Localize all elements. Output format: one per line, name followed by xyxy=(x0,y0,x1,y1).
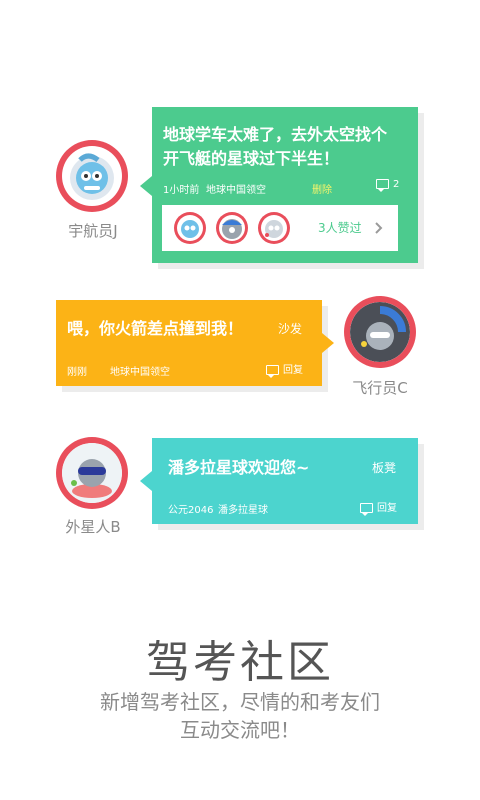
username[interactable]: 飞行员C xyxy=(330,377,430,398)
liker-avatar[interactable] xyxy=(258,212,290,244)
liker-avatar[interactable] xyxy=(216,212,248,244)
post-location: 地球中国领空 xyxy=(206,185,266,196)
comment-icon xyxy=(376,179,389,192)
post-location: 潘多拉星球 xyxy=(218,505,268,516)
post-time: 刚刚 xyxy=(67,367,87,378)
chevron-right-icon[interactable] xyxy=(375,222,383,234)
pilot-avatar-icon xyxy=(350,302,410,362)
floor-tag: 沙发 xyxy=(278,322,303,336)
avatar[interactable] xyxy=(56,140,128,212)
post-card[interactable]: 喂，你火箭差点撞到我！ 沙发 刚刚 地球中国领空 回复 xyxy=(56,300,322,386)
reply-button[interactable]: 回复 xyxy=(360,499,397,516)
post-card[interactable]: 地球学车太难了，去外太空找个 开飞艇的星球过下半生！ 1小时前 地球中国领空 删… xyxy=(152,107,418,263)
page-description: 新增驾考社区，尽情的和考友们 互动交流吧！ xyxy=(100,690,380,742)
comment-count[interactable]: 2 xyxy=(376,179,399,192)
astronaut-avatar-icon xyxy=(70,153,114,200)
reply-button[interactable]: 回复 xyxy=(266,361,303,378)
liker-avatar[interactable] xyxy=(174,212,206,244)
post-title: 潘多拉星球欢迎您~ xyxy=(168,458,310,477)
post-time: 1小时前 xyxy=(163,185,200,196)
comment-icon xyxy=(360,503,373,516)
likes-count: 3人赞过 xyxy=(318,221,362,235)
comment-icon xyxy=(266,365,279,378)
floor-tag: 板凳 xyxy=(372,461,397,475)
post-card[interactable]: 潘多拉星球欢迎您~ 板凳 公元2046 潘多拉星球 回复 xyxy=(152,438,418,524)
page-title: 驾考社区 xyxy=(146,637,334,688)
likes-panel[interactable]: 3人赞过 xyxy=(162,205,398,251)
alien-avatar-icon xyxy=(62,443,122,503)
post-time: 公元2046 xyxy=(168,505,214,516)
username[interactable]: 外星人B xyxy=(43,516,143,537)
post-location: 地球中国领空 xyxy=(110,367,170,378)
post-title: 喂，你火箭差点撞到我！ xyxy=(67,319,244,338)
delete-link[interactable]: 删除 xyxy=(312,181,332,196)
username[interactable]: 宇航员J xyxy=(43,220,143,241)
post-title: 地球学车太难了，去外太空找个 xyxy=(163,125,388,144)
avatar[interactable] xyxy=(56,437,128,509)
avatar[interactable] xyxy=(344,296,416,368)
post-title-line2: 开飞艇的星球过下半生！ xyxy=(163,149,340,168)
